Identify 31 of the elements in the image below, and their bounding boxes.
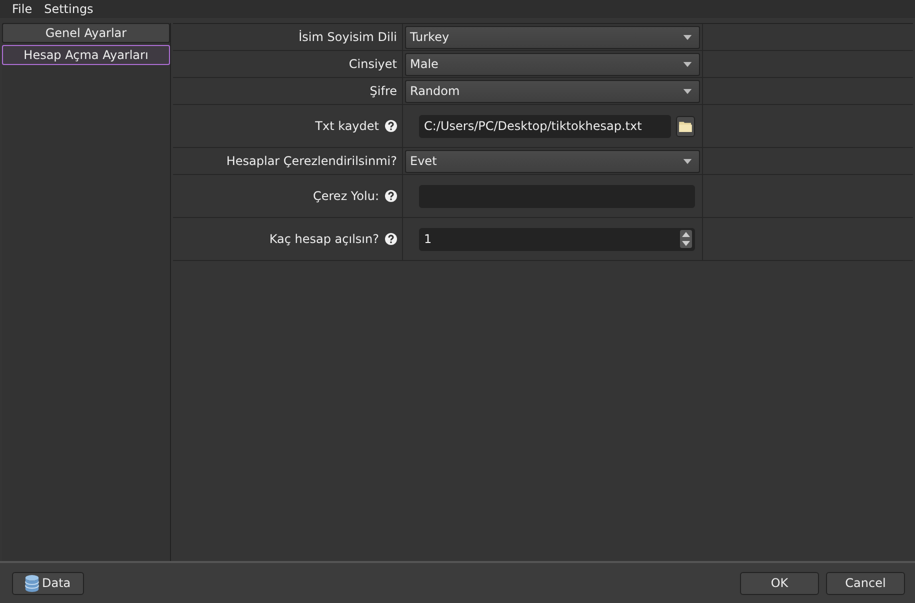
caret-icon	[683, 88, 692, 94]
browse-button[interactable]	[676, 116, 695, 136]
caret-icon	[683, 62, 692, 66]
data-button[interactable]: Data	[12, 572, 84, 594]
field-label: Kaç hesap açılsın?	[269, 232, 379, 246]
menu-item[interactable]: File	[12, 2, 32, 16]
field-label: Hesaplar Çerezlendirilsinmi?	[226, 154, 397, 168]
path-field[interactable]: C:/Users/PC/Desktop/tiktokhesap.txt	[419, 114, 671, 138]
sidebar-item[interactable]: Hesap Açma Ayarları	[2, 45, 170, 65]
number-field[interactable]: 1	[419, 228, 695, 250]
dropdown[interactable]: Random	[405, 80, 700, 102]
ok-button[interactable]: OK	[740, 572, 819, 594]
spinner-arrows-icon[interactable]	[680, 230, 692, 248]
field-label: Cinsiyet	[348, 57, 397, 71]
sidebar-item[interactable]: Genel Ayarlar	[2, 23, 170, 43]
field-label: Çerez Yolu:	[313, 189, 379, 203]
dropdown[interactable]: Male	[405, 52, 700, 76]
folder-icon	[679, 120, 692, 132]
field-label: İsim Soyisim Dili	[298, 30, 397, 44]
database-icon	[25, 574, 39, 592]
caret-icon	[683, 34, 692, 40]
field-label: Txt kaydet	[315, 119, 379, 133]
menu-item[interactable]: Settings	[44, 2, 94, 16]
dropdown[interactable]: Evet	[405, 150, 700, 172]
cancel-button[interactable]: Cancel	[826, 572, 905, 594]
help-icon[interactable]	[385, 233, 397, 245]
dropdown[interactable]: Turkey	[405, 26, 700, 48]
caret-icon	[683, 158, 692, 164]
help-icon[interactable]	[385, 190, 397, 202]
help-icon[interactable]	[385, 120, 397, 132]
field-label: Şifre	[370, 84, 397, 98]
